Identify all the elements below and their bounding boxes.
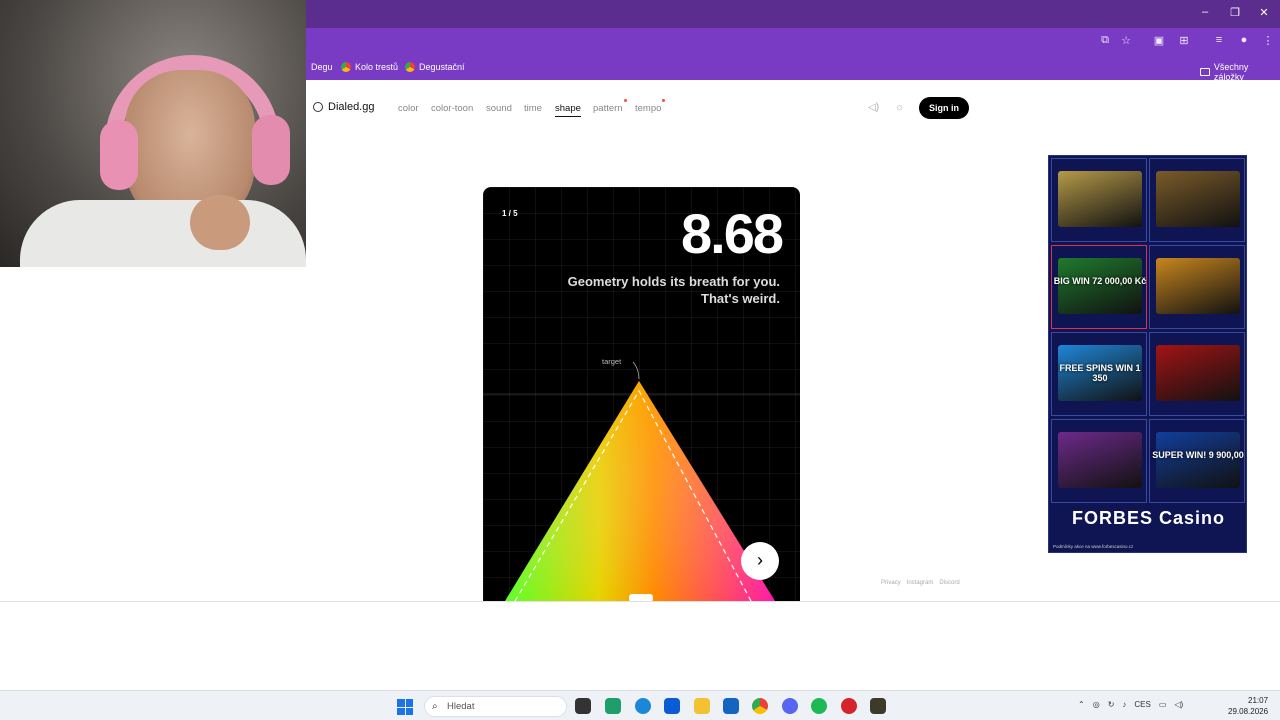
puzzle-icon[interactable]: ⊞ xyxy=(1176,34,1192,47)
close-window-button[interactable]: ✕ xyxy=(1254,6,1274,19)
ad-tile[interactable] xyxy=(1149,245,1245,329)
score-message-line2: That's weird. xyxy=(701,291,780,306)
discord-icon[interactable] xyxy=(782,698,798,714)
game-card: 1 / 5 8.68 Geometry holds its breath for… xyxy=(483,187,800,601)
microphone-icon[interactable]: ♪ xyxy=(1122,700,1126,709)
browser-titlebar: – ❐ ✕ xyxy=(306,0,1280,28)
ad-fine-print: Podmínky akce na www.forbescasino.cz xyxy=(1053,544,1134,549)
page-divider xyxy=(0,601,1280,602)
display-icon[interactable]: ▭ xyxy=(1159,700,1167,709)
next-round-button[interactable]: › xyxy=(741,542,779,580)
ad-tile[interactable] xyxy=(1051,419,1147,503)
nav-pattern[interactable]: pattern xyxy=(593,99,627,114)
ad-tile[interactable]: FREE SPINS WIN 1 350 xyxy=(1051,332,1147,416)
sync-icon[interactable]: ↻ xyxy=(1108,700,1115,709)
network-icon[interactable]: ◎ xyxy=(1093,700,1100,709)
bookmarks-bar: Degu Kolo trestů Degustační Všechny zálo… xyxy=(306,56,1280,82)
chrome-icon xyxy=(341,62,351,72)
profile-avatar[interactable]: ● xyxy=(1236,34,1252,46)
media-icon[interactable]: ≡ xyxy=(1211,34,1227,46)
sign-in-button[interactable]: Sign in xyxy=(919,97,969,119)
minimize-button[interactable]: – xyxy=(1195,6,1215,18)
target-label: target xyxy=(602,357,622,366)
drag-handle[interactable] xyxy=(629,594,653,601)
nav-sound[interactable]: sound xyxy=(486,103,512,114)
dial-icon xyxy=(313,102,323,112)
footer-privacy-link[interactable]: Privacy xyxy=(881,580,901,586)
edge-icon[interactable] xyxy=(635,698,651,714)
sound-toggle-icon[interactable]: ◁) xyxy=(868,102,879,113)
clock-time: 21:07 xyxy=(1248,696,1269,705)
chevron-up-icon[interactable]: ⌃ xyxy=(1078,700,1085,709)
app-red-icon[interactable] xyxy=(841,698,857,714)
nav-color[interactable]: color xyxy=(398,103,419,114)
footer-instagram-link[interactable]: Instagram xyxy=(907,580,934,586)
folder-icon xyxy=(1200,68,1210,76)
app-icon[interactable] xyxy=(605,698,621,714)
task-view-icon[interactable] xyxy=(575,698,591,714)
file-explorer-icon[interactable] xyxy=(694,698,710,714)
ad-tile[interactable] xyxy=(1149,158,1245,242)
language-indicator[interactable]: CES xyxy=(1134,700,1150,709)
casino-ad-panel[interactable]: BIG WIN 72 000,00 Kč FREE SPINS WIN 1 35… xyxy=(1048,155,1247,553)
translate-icon[interactable]: ⧉ xyxy=(1097,34,1113,47)
round-progress: 1 / 5 xyxy=(502,209,518,218)
ad-brand-logo: FORBES Casino xyxy=(1071,508,1226,528)
footer-discord-link[interactable]: Discord xyxy=(939,580,959,586)
target-pointer xyxy=(632,361,640,380)
nav-time[interactable]: time xyxy=(524,103,542,114)
bookmark-star-icon[interactable]: ☆ xyxy=(1118,34,1134,47)
extension-icon[interactable]: ▣ xyxy=(1151,34,1167,47)
search-icon: ⌕ xyxy=(432,701,438,712)
nav-color-toon[interactable]: color-toon xyxy=(431,103,473,114)
nav-tempo[interactable]: tempo xyxy=(635,99,666,114)
taskbar-search[interactable]: ⌕ Hledat xyxy=(424,696,567,717)
site-logo[interactable]: Dialed.gg xyxy=(313,101,374,113)
ad-tile[interactable]: BIG WIN 72 000,00 Kč xyxy=(1051,245,1147,329)
clock-date: 29.08.2026 xyxy=(1228,707,1269,716)
outlook-icon[interactable] xyxy=(723,698,739,714)
taskbar-clock[interactable]: 21:07 29.08.2026 xyxy=(1228,695,1268,717)
all-bookmarks[interactable]: Všechny záložky xyxy=(1200,62,1280,82)
score-message-line1: Geometry holds its breath for you. xyxy=(567,274,780,289)
restore-button[interactable]: ❐ xyxy=(1225,6,1245,19)
score-value: 8.68 xyxy=(681,202,784,265)
windows-taskbar: ⌕ Hledat ⌃ ◎ ↻ ♪ CES ▭ ◁) 21:07 29.08.20… xyxy=(0,690,1280,720)
system-tray: ⌃ ◎ ↻ ♪ CES ▭ ◁) xyxy=(1078,700,1183,709)
ad-tile[interactable] xyxy=(1051,158,1147,242)
game-app-icon[interactable] xyxy=(870,698,886,714)
webcam-overlay xyxy=(0,0,306,267)
ad-tile[interactable] xyxy=(1149,332,1245,416)
bookmark-degustacni[interactable]: Degustační xyxy=(405,62,465,72)
bookmark-kolo-trestu[interactable]: Kolo trestů xyxy=(341,62,398,72)
volume-icon[interactable]: ◁) xyxy=(1174,700,1183,709)
nav-shape[interactable]: shape xyxy=(555,103,581,117)
footer-links: Privacy Instagram Discord xyxy=(881,580,960,586)
chrome-icon[interactable] xyxy=(752,698,768,714)
bookmark-degu[interactable]: Degu xyxy=(311,62,333,72)
chrome-icon xyxy=(405,62,415,72)
store-icon[interactable] xyxy=(664,698,680,714)
start-button[interactable] xyxy=(397,699,413,715)
browser-menu-icon[interactable]: ⋮ xyxy=(1260,34,1276,47)
ad-tile[interactable]: SUPER WIN! 9 900,00 xyxy=(1149,419,1245,503)
theme-toggle-icon[interactable]: ☼ xyxy=(895,102,904,113)
spotify-icon[interactable] xyxy=(811,698,827,714)
